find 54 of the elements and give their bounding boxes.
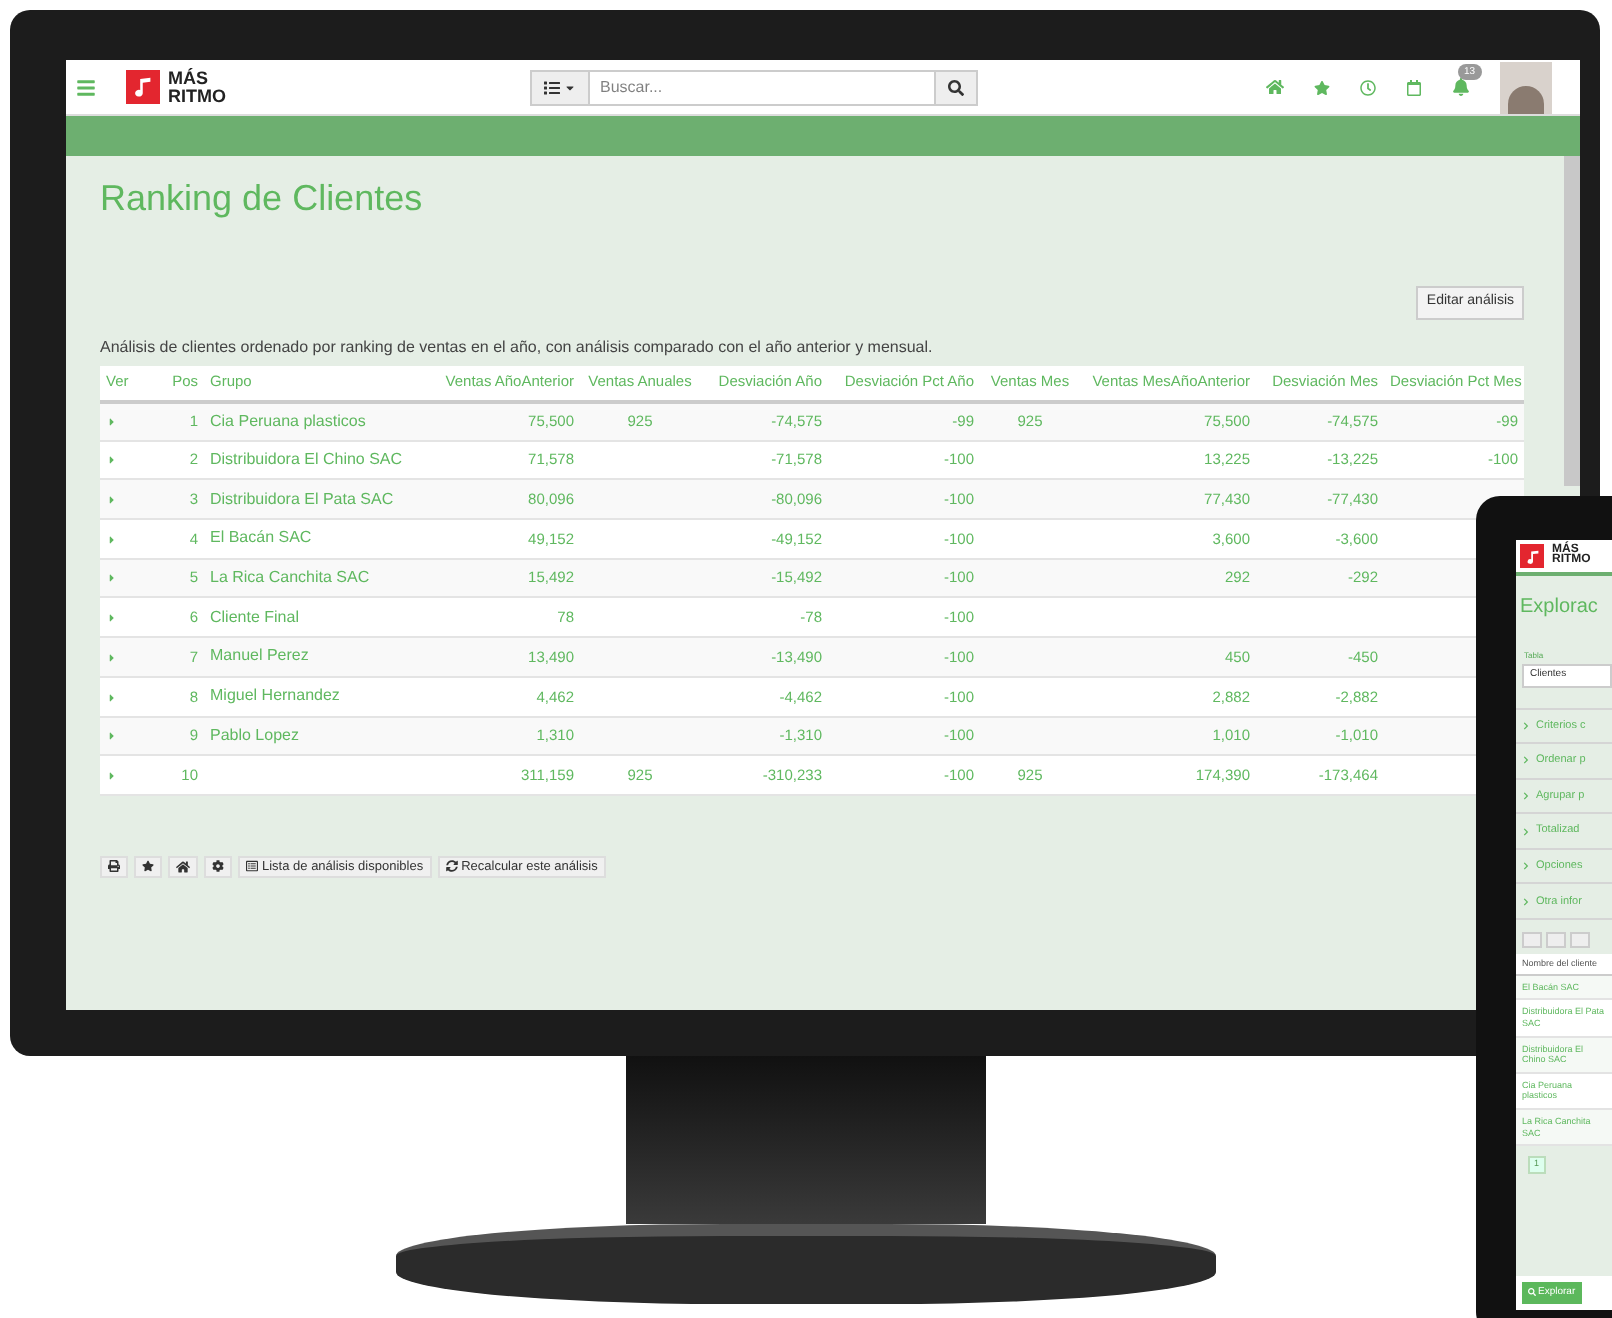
gear-icon <box>212 860 224 873</box>
page-title: Ranking de Clientes <box>100 176 425 222</box>
star-icon <box>142 860 154 873</box>
printer-icon <box>108 860 120 873</box>
table-cell: Distribuidora El Chino SAC <box>210 450 403 469</box>
clock-icon[interactable] <box>1360 79 1376 95</box>
expand-icon[interactable] <box>106 494 118 507</box>
expand-icon[interactable] <box>106 612 118 625</box>
settings-button[interactable] <box>204 855 232 878</box>
table-cell: Manuel Perez <box>210 646 309 665</box>
search-icon <box>948 79 964 95</box>
avatar-icon[interactable] <box>1500 61 1552 113</box>
print-button[interactable] <box>100 855 128 878</box>
expand-icon[interactable] <box>106 533 118 546</box>
expand-icon[interactable] <box>106 730 118 743</box>
expand-icon[interactable] <box>106 572 118 585</box>
star-icon[interactable] <box>1314 79 1330 95</box>
chevron-icon <box>1522 827 1530 836</box>
list-dropdown-button[interactable] <box>530 69 590 105</box>
expand-icon[interactable] <box>106 454 118 467</box>
expand-icon[interactable] <box>106 769 118 782</box>
tablet-title: Explorac <box>1518 594 1600 622</box>
table-cell: Cia Peruana plasticos <box>210 411 366 430</box>
home-button[interactable] <box>168 855 198 878</box>
list-icon <box>544 79 560 95</box>
table-cell: Miguel Hernandez <box>210 686 340 705</box>
table-cell: Cliente Final <box>210 607 299 626</box>
table-cell: Distribuidora El Pata SAC <box>210 489 394 508</box>
favorite-button[interactable] <box>134 855 162 878</box>
refresh-icon <box>445 860 458 873</box>
search-field[interactable]: Buscar... <box>590 69 934 105</box>
chevron-icon <box>1522 862 1530 871</box>
chevron-icon <box>1522 756 1530 765</box>
home-icon <box>176 859 190 874</box>
search-icon <box>1528 1288 1536 1297</box>
home-icon[interactable] <box>1266 78 1284 96</box>
search-button[interactable] <box>934 69 978 105</box>
expand-icon[interactable] <box>106 415 118 428</box>
table-cell: El Bacán SAC <box>210 528 312 547</box>
logo-text: MÁS RITMO <box>168 70 226 104</box>
table-cell: Pablo Lopez <box>210 725 299 744</box>
expand-icon[interactable] <box>106 691 118 704</box>
caret-icon <box>564 81 576 93</box>
bell-icon[interactable] <box>1452 78 1470 96</box>
table-cell: La Rica Canchita SAC <box>210 568 370 587</box>
chevron-icon <box>1522 791 1530 800</box>
logo-icon <box>126 70 160 104</box>
chevron-icon <box>1522 897 1530 906</box>
scrollbar[interactable] <box>1564 156 1580 486</box>
calendar-icon[interactable] <box>1406 79 1422 95</box>
chevron-icon <box>1522 721 1530 730</box>
description: Análisis de clientes ordenado por ranking de ventas en el año, con análisis comparado con el año anterior y mensual. <box>100 335 935 359</box>
expand-icon[interactable] <box>106 651 118 664</box>
list-icon <box>246 860 258 873</box>
